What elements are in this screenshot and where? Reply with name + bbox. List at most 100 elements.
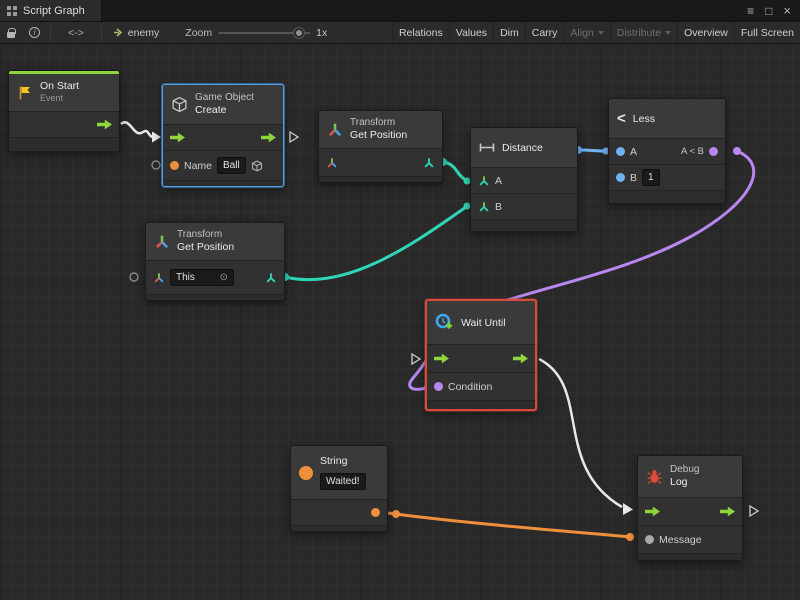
result-output-port[interactable]: [709, 147, 718, 156]
node-category: Game Object: [195, 91, 254, 104]
node-create[interactable]: Game Object Create Name Ball: [162, 84, 284, 187]
control-output-port[interactable]: [97, 119, 112, 130]
toolbar-buttons: Relations Values Dim Carry Align Distrib…: [392, 22, 800, 43]
string-output-port[interactable]: [371, 508, 380, 517]
info-icon: i: [29, 27, 40, 38]
string-icon: [299, 466, 313, 480]
b-value-field[interactable]: 1: [642, 169, 660, 186]
node-title: String: [320, 455, 366, 469]
condition-label: Condition: [448, 381, 492, 393]
graph-canvas[interactable]: On Start Event Game Object Create Name: [0, 44, 800, 600]
toolbar: i <-> enemy Zoom 1x Relations Values Dim…: [0, 22, 800, 44]
control-input-port[interactable]: [434, 353, 449, 364]
transform-axis-icon: [154, 234, 170, 250]
node-get-position-a[interactable]: Transform Get Position: [318, 110, 443, 183]
output-label: A < B: [681, 146, 704, 157]
fit-button[interactable]: <->: [54, 22, 98, 43]
wire-getposition-distance-b[interactable]: [285, 207, 466, 280]
info-button[interactable]: i: [22, 22, 47, 43]
node-category: Debug: [670, 463, 699, 476]
close-icon[interactable]: ×: [783, 4, 791, 17]
node-header[interactable]: Game Object Create: [163, 85, 283, 125]
wire-arrowhead: [623, 503, 633, 515]
control-output-port[interactable]: [720, 506, 735, 517]
align-button[interactable]: Align: [563, 22, 609, 43]
wire-distance-less[interactable]: [578, 150, 605, 151]
lock-button[interactable]: [0, 22, 22, 43]
input-b-port[interactable]: [616, 173, 625, 182]
control-output-port[interactable]: [261, 132, 276, 143]
dim-button[interactable]: Dim: [493, 22, 525, 43]
input-a-label: A: [630, 146, 637, 158]
control-output-port[interactable]: [513, 353, 528, 364]
tab-script-graph[interactable]: Script Graph: [0, 0, 102, 21]
node-string[interactable]: String Waited!: [290, 445, 388, 532]
values-button[interactable]: Values: [449, 22, 493, 43]
node-header[interactable]: Wait Until: [427, 301, 535, 345]
relations-button[interactable]: Relations: [392, 22, 449, 43]
condition-input-port[interactable]: [434, 382, 443, 391]
node-header[interactable]: On Start Event: [9, 74, 119, 112]
zoom-slider-knob[interactable]: [294, 28, 304, 38]
vector-input-port-b[interactable]: [478, 201, 490, 213]
node-header[interactable]: < Less: [609, 99, 725, 139]
lock-icon: [7, 32, 15, 38]
maximize-icon[interactable]: □: [765, 5, 772, 17]
node-header[interactable]: Transform Get Position: [319, 111, 442, 149]
toolbar-separator: [101, 26, 102, 40]
wire-waituntil-log[interactable]: [539, 359, 622, 507]
node-title: Get Position: [350, 129, 407, 143]
node-on-start[interactable]: On Start Event: [8, 70, 120, 152]
graph-name: enemy: [128, 27, 160, 39]
carry-button[interactable]: Carry: [525, 22, 564, 43]
object-picker-icon[interactable]: ⊙: [220, 271, 228, 284]
control-input-port[interactable]: [170, 132, 185, 143]
vector-output-port[interactable]: [265, 272, 277, 284]
bug-icon: [646, 468, 663, 485]
wire-getposition-distance-a[interactable]: [443, 162, 466, 180]
message-input-port[interactable]: [645, 535, 654, 544]
node-title: Distance: [502, 142, 543, 154]
zoom-slider[interactable]: [218, 26, 310, 40]
node-debug-log[interactable]: Debug Log Message: [637, 455, 743, 561]
overview-button[interactable]: Overview: [677, 22, 734, 43]
name-field[interactable]: Ball: [217, 157, 246, 174]
unconnected-port-circle: [130, 273, 138, 281]
control-input-port[interactable]: [645, 506, 660, 517]
target-field[interactable]: This ⊙: [170, 269, 234, 286]
node-footer: [163, 181, 283, 186]
wire-onstart-create[interactable]: [121, 122, 153, 137]
node-less[interactable]: < Less A A < B B 1: [608, 98, 726, 204]
fit-icon: <->: [68, 27, 84, 39]
node-wait-until[interactable]: Wait Until Condition: [425, 299, 537, 411]
tab-title: Script Graph: [23, 5, 85, 17]
script-asset-icon: [113, 27, 124, 38]
node-header[interactable]: String Waited!: [291, 446, 387, 500]
input-b-label: B: [630, 172, 637, 184]
node-get-position-b[interactable]: Transform Get Position This ⊙: [145, 222, 285, 301]
transform-input-icon[interactable]: [153, 272, 165, 284]
vector-input-port-a[interactable]: [478, 175, 490, 187]
vector-output-port[interactable]: [423, 157, 435, 169]
node-category: Transform: [177, 228, 234, 241]
node-header[interactable]: Transform Get Position: [146, 223, 284, 261]
wire-string-log[interactable]: [388, 513, 632, 537]
node-header[interactable]: Distance: [471, 128, 577, 168]
node-footer: [146, 295, 284, 300]
string-value-field[interactable]: Waited!: [320, 473, 366, 490]
node-title: Get Position: [177, 241, 234, 255]
node-distance[interactable]: Distance A B: [470, 127, 578, 232]
graph-reference[interactable]: enemy: [105, 22, 168, 43]
node-title: Log: [670, 476, 699, 490]
transform-input-icon[interactable]: [326, 157, 338, 169]
distribute-button[interactable]: Distribute: [610, 22, 677, 43]
node-header[interactable]: Debug Log: [638, 456, 742, 498]
name-input-port[interactable]: [170, 161, 179, 170]
input-a-port[interactable]: [616, 147, 625, 156]
node-title: Less: [633, 113, 655, 125]
menu-icon[interactable]: ≡: [747, 5, 754, 17]
fullscreen-button[interactable]: Full Screen: [734, 22, 800, 43]
node-footer: [427, 401, 535, 409]
transform-axis-icon: [327, 122, 343, 138]
name-label: Name: [184, 160, 212, 172]
